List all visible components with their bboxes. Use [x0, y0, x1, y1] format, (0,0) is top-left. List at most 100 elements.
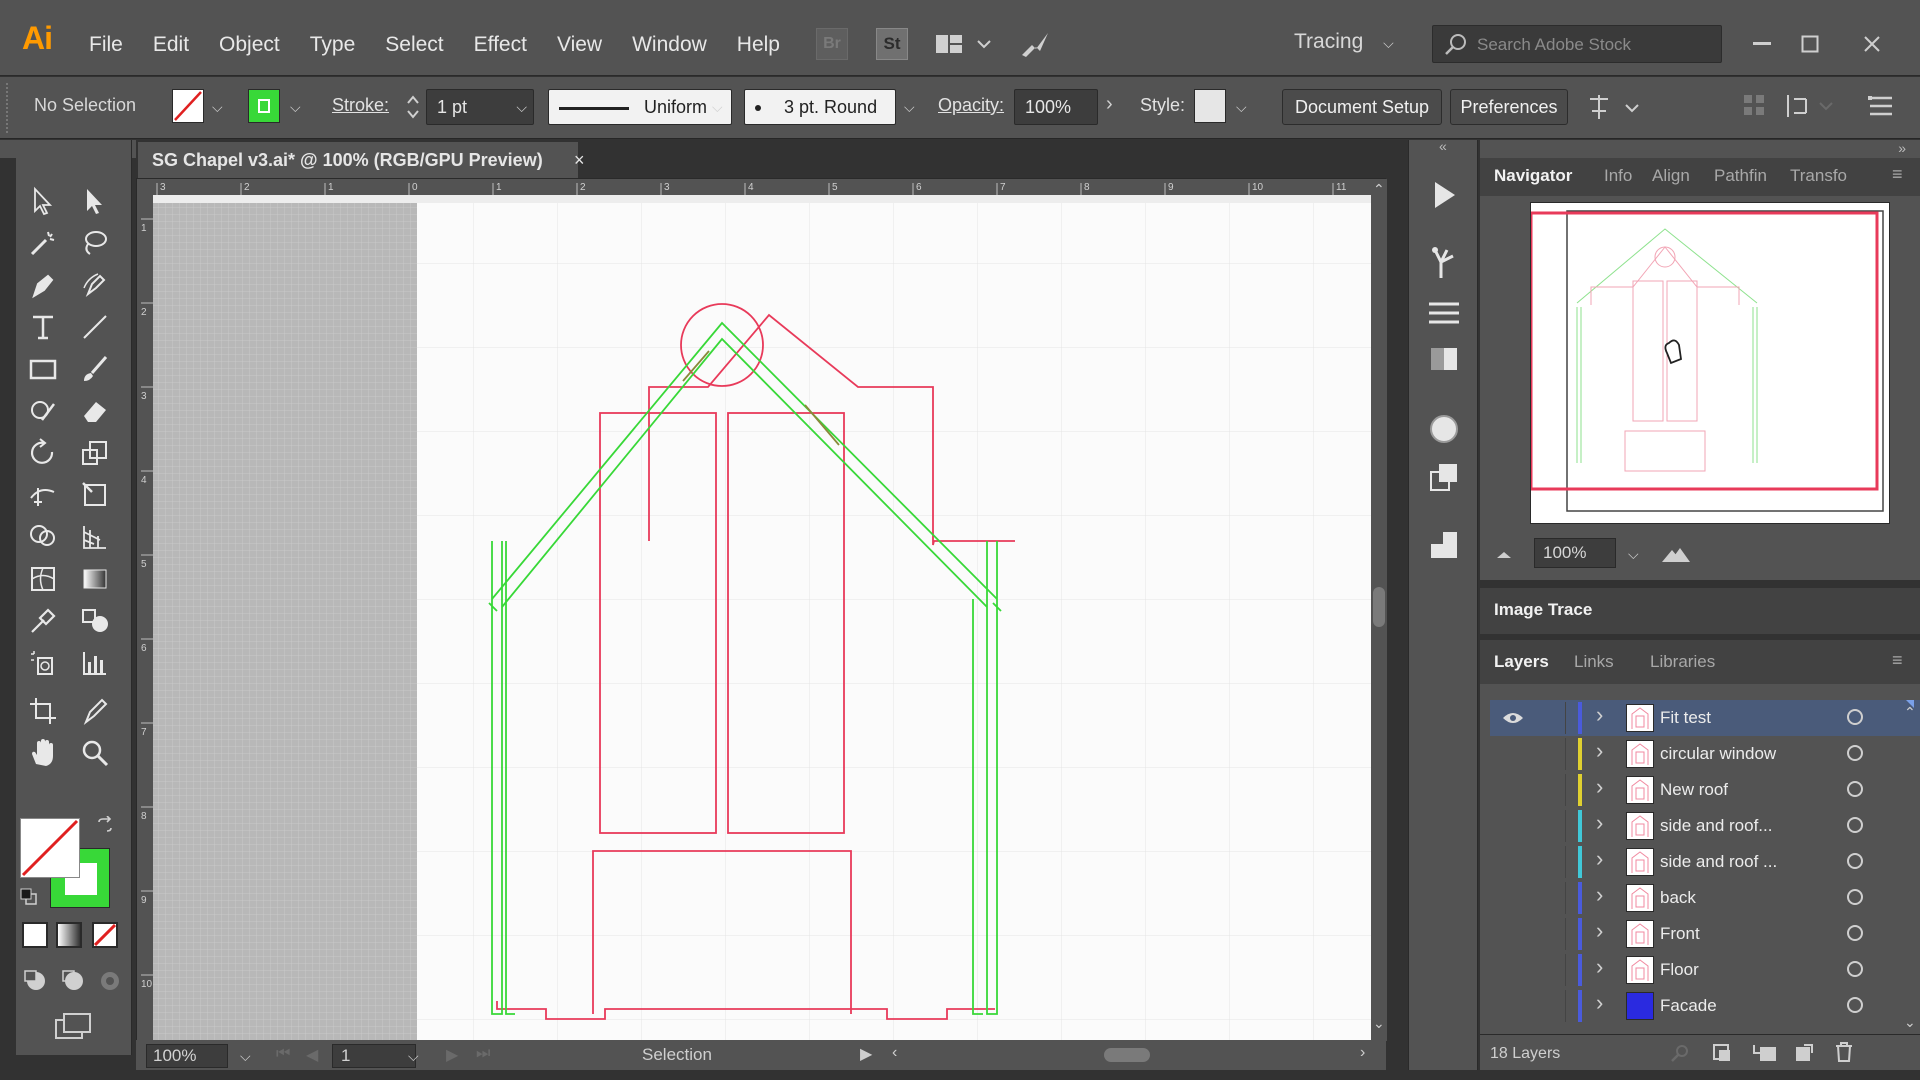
tab-navigator[interactable]: Navigator — [1494, 166, 1572, 186]
shape-builder-tool[interactable] — [20, 518, 66, 556]
previous-artboard-icon[interactable]: ◀ — [306, 1045, 318, 1065]
visibility-eye-icon[interactable] — [1502, 996, 1524, 1016]
pen-tool[interactable] — [20, 266, 66, 304]
hand-tool[interactable] — [20, 734, 66, 772]
visibility-eye-icon[interactable] — [1502, 960, 1524, 980]
layer-name[interactable]: side and roof... — [1660, 816, 1772, 836]
delete-layer-icon[interactable] — [1834, 1041, 1854, 1063]
panel-menu-icon[interactable] — [1868, 93, 1894, 119]
draw-behind-icon[interactable] — [60, 968, 88, 994]
shaper-tool[interactable] — [20, 392, 66, 430]
distribute-icon[interactable] — [1784, 91, 1840, 121]
layer-target-icon[interactable] — [1847, 709, 1863, 725]
graphic-styles-icon[interactable] — [1425, 526, 1463, 564]
tab-libraries[interactable]: Libraries — [1650, 652, 1715, 672]
navigator-zoom-dropdown-icon[interactable]: ⌵ — [1628, 546, 1639, 563]
tab-align[interactable]: Align — [1652, 166, 1690, 186]
lock-toggle[interactable] — [1542, 882, 1566, 914]
layer-name[interactable]: Floor — [1660, 960, 1699, 980]
slice-tool[interactable] — [72, 692, 118, 730]
layer-target-icon[interactable] — [1847, 925, 1863, 941]
puppet-warp-icon[interactable] — [1425, 244, 1463, 282]
rectangle-tool[interactable] — [20, 350, 66, 388]
document-setup-button[interactable]: Document Setup — [1282, 89, 1442, 125]
stroke-label[interactable]: Stroke: — [332, 95, 389, 116]
layer-row[interactable]: › New roof — [1490, 772, 1920, 808]
layer-name[interactable]: Fit test — [1660, 708, 1711, 728]
scale-tool[interactable] — [72, 434, 118, 472]
lock-toggle[interactable] — [1542, 810, 1566, 842]
tab-pathfinder[interactable]: Pathfin — [1714, 166, 1767, 186]
selection-tool[interactable] — [20, 182, 66, 220]
image-trace-title[interactable]: Image Trace — [1494, 600, 1592, 620]
expand-layer-icon[interactable]: › — [1596, 738, 1603, 764]
lasso-tool[interactable] — [72, 224, 118, 262]
navigator-preview[interactable] — [1530, 202, 1890, 524]
visibility-eye-icon[interactable] — [1502, 852, 1524, 872]
next-artboard-icon[interactable]: ▶ — [446, 1045, 458, 1065]
layers-scrollbar[interactable]: ⌃ ⌄ — [1902, 704, 1918, 1034]
menu-window[interactable]: Window — [617, 30, 722, 60]
direct-selection-tool[interactable] — [72, 182, 118, 220]
column-graph-tool[interactable] — [72, 644, 118, 682]
preferences-button[interactable]: Preferences — [1450, 89, 1568, 125]
collapse-icon[interactable]: « — [1439, 138, 1447, 154]
lock-toggle[interactable] — [1542, 774, 1566, 806]
locate-object-icon[interactable] — [1670, 1043, 1690, 1063]
menu-edit[interactable]: Edit — [138, 30, 204, 60]
expand-layer-icon[interactable]: › — [1596, 810, 1603, 836]
paintbrush-tool[interactable] — [72, 350, 118, 388]
layers-menu-icon[interactable]: ≡ — [1892, 650, 1903, 671]
scroll-right-icon[interactable]: › — [1360, 1044, 1365, 1062]
none-mode-button[interactable] — [92, 922, 118, 948]
layer-name[interactable]: New roof — [1660, 780, 1728, 800]
visibility-eye-icon[interactable] — [1502, 744, 1524, 764]
curvature-tool[interactable] — [72, 266, 118, 304]
swap-fill-stroke-icon[interactable] — [96, 816, 114, 834]
stock-icon[interactable]: St — [876, 28, 908, 60]
close-window-button[interactable] — [1852, 24, 1892, 64]
tab-links[interactable]: Links — [1574, 652, 1614, 672]
layer-row[interactable]: › circular window — [1490, 736, 1920, 772]
maximize-button[interactable] — [1790, 24, 1830, 64]
rotate-tool[interactable] — [20, 434, 66, 472]
artboard-dropdown-icon[interactable]: ⌵ — [408, 1048, 419, 1065]
scroll-down-icon[interactable]: ⌄ — [1904, 1014, 1916, 1031]
color-mode-button[interactable] — [22, 922, 48, 948]
zoom-out-icon[interactable] — [1494, 544, 1514, 564]
stroke-weight-field[interactable]: 1 pt ⌵ — [426, 89, 534, 125]
artboard-tool[interactable] — [20, 692, 66, 730]
free-transform-tool[interactable] — [72, 476, 118, 514]
layer-row[interactable]: › back — [1490, 880, 1920, 916]
fill-dropdown-icon[interactable]: ⌵ — [212, 99, 223, 116]
menu-select[interactable]: Select — [370, 30, 458, 60]
bridge-icon[interactable]: Br — [816, 28, 848, 60]
visibility-eye-icon[interactable] — [1502, 888, 1524, 908]
last-artboard-icon[interactable]: ⏭ — [476, 1045, 490, 1063]
close-document-icon[interactable]: × — [574, 142, 598, 178]
appearance-panel-icon[interactable] — [1425, 458, 1463, 496]
line-segment-tool[interactable] — [72, 308, 118, 346]
layer-name[interactable]: side and roof ... — [1660, 852, 1777, 872]
expand-layer-icon[interactable]: › — [1596, 990, 1603, 1016]
lock-toggle[interactable] — [1542, 846, 1566, 878]
canvas[interactable]: 3 2 1 0 1 2 3 4 5 6 7 8 9 10 11 1 2 3 4 5 6 7 8 9 10 — [136, 178, 1387, 1041]
stroke-swatch[interactable] — [248, 89, 280, 123]
brush-definition[interactable]: 3 pt. Round — [744, 89, 896, 125]
tab-transform[interactable]: Transfo — [1790, 166, 1847, 186]
horizontal-scroll-thumb[interactable] — [1104, 1048, 1150, 1062]
variable-width-profile[interactable]: Uniform — [548, 89, 732, 125]
fill-color-front[interactable] — [20, 818, 80, 878]
menu-help[interactable]: Help — [722, 30, 795, 60]
graphic-style-swatch[interactable] — [1194, 89, 1226, 123]
zoom-tool[interactable] — [72, 734, 118, 772]
magic-wand-tool[interactable] — [20, 224, 66, 262]
actions-icon[interactable] — [1425, 176, 1463, 214]
stock-search-input[interactable]: Search Adobe Stock — [1432, 25, 1722, 63]
scroll-up-icon[interactable]: ⌃ — [1904, 704, 1916, 721]
scroll-thumb[interactable] — [1373, 587, 1385, 627]
layer-target-icon[interactable] — [1847, 961, 1863, 977]
expand-layer-icon[interactable]: › — [1596, 918, 1603, 944]
scroll-up-icon[interactable]: ⌃ — [1373, 181, 1385, 198]
brush-dropdown-icon[interactable]: ⌵ — [904, 99, 915, 116]
